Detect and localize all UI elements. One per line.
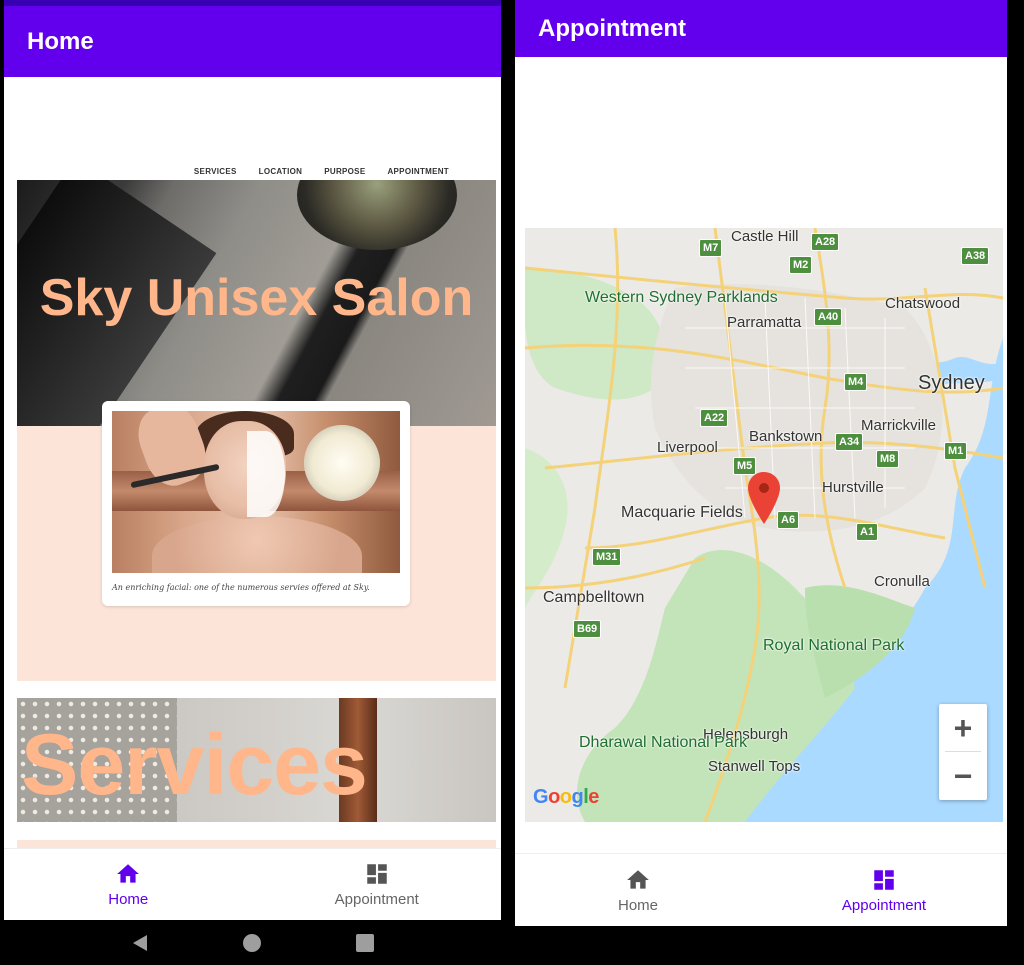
site-nav: SERVICES LOCATION PURPOSE APPOINTMENT bbox=[18, 163, 497, 179]
home-icon bbox=[117, 864, 140, 883]
map-label-liverpool: Liverpool bbox=[657, 439, 718, 456]
road-shield: M31 bbox=[592, 548, 622, 566]
nav-link-purpose[interactable]: PURPOSE bbox=[324, 167, 365, 176]
bottom-nav-home-label: Home bbox=[617, 896, 658, 914]
hero-banner: Sky Unisex Salon bbox=[17, 180, 496, 426]
home-screen: Home SERVICES LOCATION PURPOSE APPOINTME… bbox=[4, 0, 501, 965]
bottom-navigation: Home Appointment bbox=[4, 848, 501, 920]
back-icon[interactable] bbox=[129, 932, 151, 954]
photo-mask bbox=[247, 431, 285, 517]
salon-title: Sky Unisex Salon bbox=[39, 269, 474, 327]
road-shield: A34 bbox=[835, 433, 864, 451]
bottom-navigation: Home Appointment bbox=[515, 853, 1007, 926]
zoom-in-button[interactable]: + bbox=[939, 704, 987, 752]
photo-shoulders bbox=[152, 516, 362, 573]
recents-icon[interactable] bbox=[354, 932, 376, 954]
road-shield: A1 bbox=[856, 523, 879, 541]
map-label-bankstown: Bankstown bbox=[749, 428, 823, 445]
bottom-nav-home-label: Home bbox=[108, 891, 149, 908]
home-circle-icon[interactable] bbox=[241, 932, 263, 954]
zoom-out-button[interactable]: − bbox=[939, 752, 987, 800]
bottom-nav-appointment-label: Appointment bbox=[841, 896, 927, 914]
app-bar: Appointment bbox=[515, 0, 1007, 57]
services-title: Services bbox=[21, 717, 368, 813]
map-label-sydney: Sydney bbox=[918, 372, 985, 394]
map-label-western-sydney-parklands: Western Sydney Parklands bbox=[585, 289, 778, 306]
road-shield: A40 bbox=[814, 308, 843, 326]
dashboard-icon bbox=[874, 869, 894, 890]
app-bar: Home bbox=[4, 0, 501, 77]
map-label-castle-hill: Castle Hill bbox=[731, 228, 799, 245]
map-label-hurstville: Hurstville bbox=[822, 479, 884, 496]
bottom-nav-appointment-label: Appointment bbox=[334, 891, 419, 908]
map-label-cronulla: Cronulla bbox=[874, 573, 930, 590]
system-navigation-bar bbox=[4, 920, 501, 965]
road-shield: A28 bbox=[811, 233, 840, 251]
zoom-controls: + − bbox=[939, 704, 987, 800]
nav-link-services[interactable]: SERVICES bbox=[194, 167, 237, 176]
hero-background-jar bbox=[297, 180, 457, 250]
road-shield: M1 bbox=[944, 442, 968, 460]
dashboard-icon bbox=[367, 864, 387, 884]
facial-photo bbox=[112, 411, 400, 573]
location-pin-icon[interactable] bbox=[748, 472, 780, 524]
road-shield: B69 bbox=[573, 620, 602, 638]
map-label-campbelltown: Campbelltown bbox=[543, 589, 645, 606]
road-shield: A22 bbox=[700, 409, 729, 427]
appointment-screen: Appointment Castle Hill Western Sydney P… bbox=[515, 0, 1007, 926]
road-shield: M2 bbox=[789, 256, 813, 274]
page-title: Home bbox=[27, 27, 94, 55]
google-logo: Google bbox=[533, 786, 599, 808]
nav-link-location[interactable]: LOCATION bbox=[259, 167, 303, 176]
road-shield: M7 bbox=[699, 239, 723, 257]
facial-card: An enriching facial: one of the numerous… bbox=[102, 401, 410, 606]
bottom-nav-home[interactable]: Home bbox=[515, 854, 761, 926]
photo-bowl bbox=[304, 425, 380, 501]
services-banner: Services bbox=[17, 698, 496, 822]
road-shield: A6 bbox=[777, 511, 800, 529]
photo-caption: An enriching facial: one of the numerous… bbox=[112, 583, 370, 592]
road-shield: M8 bbox=[876, 450, 900, 468]
road-shield: A38 bbox=[961, 247, 990, 265]
map-label-dharawal-national-park: Dharawal National Park bbox=[579, 734, 748, 751]
road-shield: M4 bbox=[844, 373, 868, 391]
map-view[interactable]: Castle Hill Western Sydney Parklands Par… bbox=[525, 228, 1003, 822]
map-label-parramatta: Parramatta bbox=[727, 314, 802, 331]
bottom-nav-appointment[interactable]: Appointment bbox=[253, 849, 502, 920]
page-title: Appointment bbox=[538, 14, 686, 42]
map-label-royal-national-park: Royal National Park bbox=[763, 637, 905, 654]
map-label-macquarie-fields: Macquarie Fields bbox=[621, 504, 743, 521]
map-label-stanwell-tops: Stanwell Tops bbox=[708, 758, 801, 775]
map-label-marrickville: Marrickville bbox=[861, 417, 936, 434]
map-label-chatswood: Chatswood bbox=[885, 295, 961, 312]
zoom-divider bbox=[945, 751, 981, 752]
home-icon bbox=[627, 869, 649, 889]
bottom-nav-appointment[interactable]: Appointment bbox=[761, 854, 1007, 926]
nav-link-appointment[interactable]: APPOINTMENT bbox=[387, 167, 449, 176]
bottom-nav-home[interactable]: Home bbox=[4, 849, 253, 920]
